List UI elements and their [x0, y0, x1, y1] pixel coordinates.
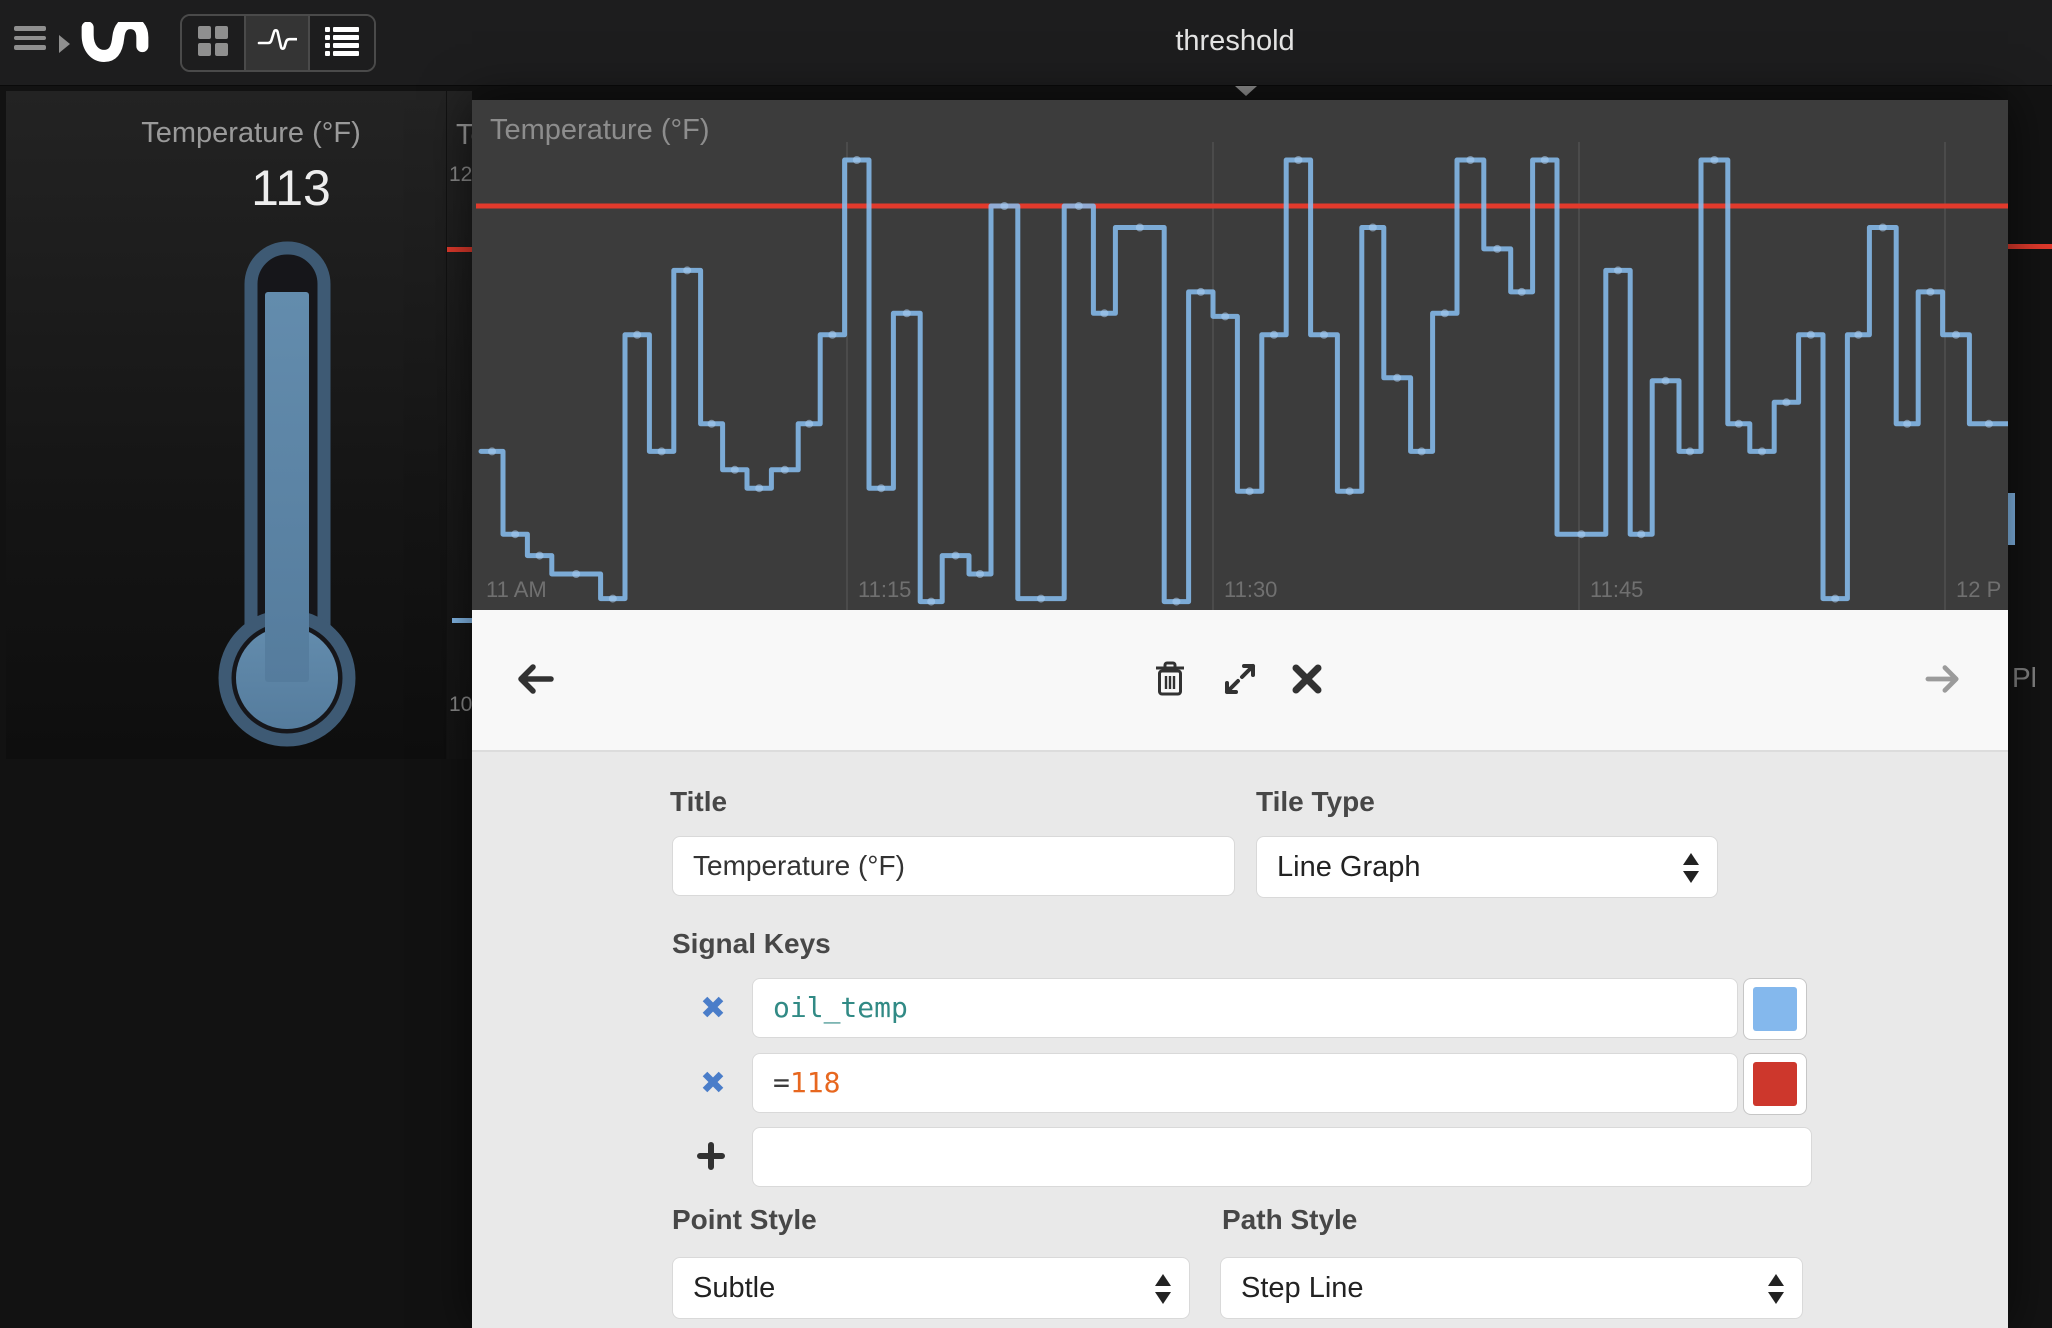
- dashboard-title: threshold: [1175, 25, 1295, 57]
- title-label: Title: [670, 786, 728, 817]
- modal-toolbar: [472, 610, 2008, 752]
- back-button[interactable]: [507, 653, 563, 709]
- expand-icon: [1223, 662, 1257, 701]
- list-icon: [324, 24, 360, 63]
- key-color-swatch[interactable]: [1743, 978, 1807, 1040]
- fragment-threshold-line-right: [2008, 244, 2052, 249]
- point-style-value: Subtle: [693, 1272, 776, 1304]
- key-color-fill: [1753, 987, 1797, 1031]
- line-graph-panel: 11 AM 11:15 11:30 11:45 12 P Temperature (°F…: [472, 100, 2008, 610]
- plus-icon: [697, 1141, 725, 1175]
- select-spinner-icon: [1681, 851, 1699, 885]
- arrow-left-icon: [515, 661, 555, 702]
- arrow-right-small-icon: [59, 35, 70, 53]
- signal-key-value: 118: [789, 1066, 841, 1099]
- remove-key-button[interactable]: [696, 1067, 730, 1101]
- signal-key-prefix: =: [773, 1066, 790, 1099]
- path-style-value: Step Line: [1241, 1272, 1364, 1304]
- fragment-tile-title: Temperature (°F): [456, 119, 472, 151]
- svg-text:11:30: 11:30: [1224, 577, 1277, 602]
- select-spinner-icon: [1153, 1272, 1171, 1306]
- path-style-label: Path Style: [1222, 1204, 1358, 1235]
- view-waveform-button[interactable]: [246, 16, 310, 70]
- signal-key-input-new[interactable]: [752, 1127, 1812, 1187]
- svg-text:11:15: 11:15: [858, 577, 911, 602]
- forward-button[interactable]: [1915, 653, 1971, 709]
- fragment-data-line-right: [2008, 493, 2015, 545]
- summary-tile-title: Temperature (°F): [141, 117, 361, 149]
- view-list-button[interactable]: [310, 16, 374, 70]
- summary-tile[interactable]: Temperature (°F) 113: [6, 91, 446, 759]
- svg-text:12 P: 12 P: [1956, 577, 2001, 602]
- title-input[interactable]: [672, 836, 1235, 896]
- expand-tile-button[interactable]: [1212, 653, 1268, 709]
- svg-text:11 AM: 11 AM: [486, 577, 547, 602]
- background-tile-fragment-right: Pl: [2008, 86, 2052, 1328]
- grid-icon: [196, 24, 230, 63]
- tile-type-value: Line Graph: [1277, 851, 1421, 883]
- chart-title: Temperature (°F): [490, 114, 710, 146]
- remove-x-icon: [701, 995, 725, 1024]
- signal-key-value: oil_temp: [773, 991, 908, 1024]
- signal-keys-label: Signal Keys: [672, 928, 831, 959]
- thermometer-icon: [205, 240, 370, 765]
- fragment-axis-label-bottom: 105: [449, 693, 472, 716]
- key-color-swatch[interactable]: [1743, 1053, 1807, 1115]
- sidebar-menu-button[interactable]: [14, 26, 72, 62]
- line-graph-svg: 11 AM 11:15 11:30 11:45 12 P: [476, 142, 2008, 610]
- key-color-fill: [1753, 1062, 1797, 1106]
- view-toggle-group: [180, 14, 376, 72]
- fragment-text: Pl: [2012, 662, 2037, 693]
- close-icon: [1291, 663, 1323, 700]
- fragment-data-line: [452, 618, 472, 623]
- tile-settings-form: Title Tile Type Line Graph Signal Keys o…: [472, 752, 2008, 1328]
- view-grid-button[interactable]: [182, 16, 246, 70]
- svg-text:11:45: 11:45: [1590, 577, 1643, 602]
- remove-key-button[interactable]: [696, 992, 730, 1026]
- remove-x-icon: [701, 1070, 725, 1099]
- dashboard-selector-caret-icon[interactable]: [1235, 86, 1257, 96]
- background-tile-fragment-left: Temperature (°F) 120 105: [447, 91, 472, 759]
- select-spinner-icon: [1766, 1272, 1784, 1306]
- tile-type-label: Tile Type: [1256, 786, 1375, 817]
- close-editor-button[interactable]: [1279, 653, 1335, 709]
- tile-edit-modal: 11 AM 11:15 11:30 11:45 12 P Temperature (°F…: [472, 100, 2008, 1328]
- waveform-icon: [257, 24, 298, 63]
- tile-type-select[interactable]: Line Graph: [1256, 836, 1718, 898]
- delete-tile-button[interactable]: [1142, 653, 1198, 709]
- add-key-button[interactable]: [694, 1141, 728, 1175]
- trash-icon: [1154, 661, 1186, 702]
- path-style-select[interactable]: Step Line: [1220, 1257, 1803, 1319]
- signal-key-input-1[interactable]: oil_temp: [752, 978, 1738, 1038]
- signal-key-input-2[interactable]: =118: [752, 1053, 1738, 1113]
- fragment-axis-label-top: 120: [449, 163, 472, 186]
- app-logo-icon: [80, 17, 150, 73]
- point-style-select[interactable]: Subtle: [672, 1257, 1190, 1319]
- screen: Temperature (°F) 113 Temperature (°F): [0, 0, 2052, 1328]
- summary-tile-value: 113: [251, 160, 331, 216]
- arrow-right-icon: [1924, 662, 1962, 701]
- fragment-threshold-line: [447, 247, 472, 252]
- top-bar: threshold: [0, 0, 2052, 86]
- point-style-label: Point Style: [672, 1204, 817, 1235]
